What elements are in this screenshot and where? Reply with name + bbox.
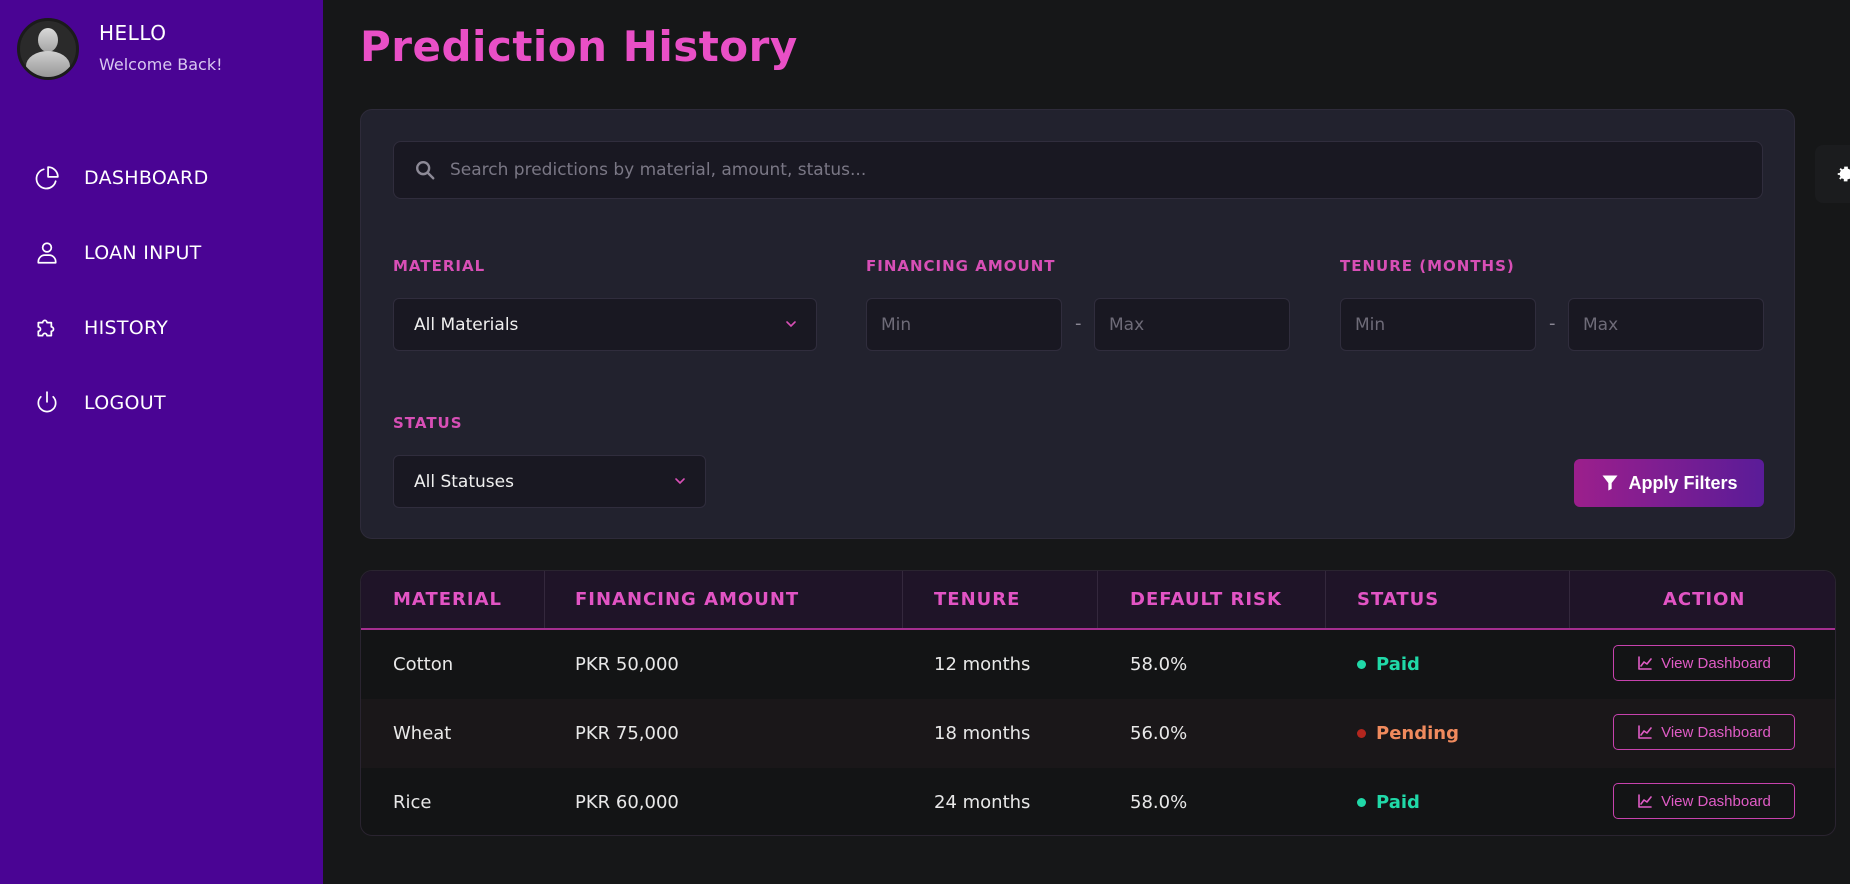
amount-filter-label: FINANCING AMOUNT	[866, 257, 1056, 275]
history-table: MATERIAL FINANCING AMOUNT TENURE DEFAULT…	[360, 570, 1836, 836]
column-header-action: ACTION	[1663, 589, 1746, 610]
user-profile: HELLO Welcome Back!	[17, 18, 223, 80]
status-filter-label: STATUS	[393, 414, 463, 432]
chevron-down-icon	[786, 321, 796, 328]
status-select-value: All Statuses	[414, 471, 514, 492]
status-badge: Paid	[1357, 768, 1420, 835]
search-box[interactable]	[393, 141, 1763, 199]
cell-material: Rice	[393, 792, 432, 813]
status-text: Pending	[1376, 723, 1459, 744]
puzzle-icon	[37, 319, 55, 336]
cell-amount: PKR 75,000	[575, 723, 679, 744]
amount-min-input[interactable]	[867, 299, 1061, 350]
tenure-min-input[interactable]	[1341, 299, 1535, 350]
tenure-max-input[interactable]	[1569, 299, 1763, 350]
filter-panel: MATERIAL All Materials FINANCING AMOUNT …	[360, 109, 1795, 539]
page-title: Prediction History	[360, 22, 798, 71]
search-input[interactable]	[450, 160, 1730, 180]
cell-tenure: 12 months	[934, 654, 1031, 675]
table-row: Rice PKR 60,000 24 months 58.0% Paid Vie…	[361, 768, 1835, 835]
column-header-material: MATERIAL	[393, 589, 502, 610]
tenure-max-field[interactable]	[1568, 298, 1764, 351]
apply-filters-button[interactable]: Apply Filters	[1574, 459, 1764, 507]
status-dot	[1357, 729, 1366, 738]
cell-tenure: 24 months	[934, 792, 1031, 813]
gear-icon	[1837, 166, 1850, 182]
chevron-down-icon	[675, 478, 685, 485]
cell-risk: 58.0%	[1130, 792, 1188, 813]
material-select[interactable]: All Materials	[393, 298, 817, 351]
settings-toggle[interactable]	[1815, 145, 1850, 203]
greeting-text: HELLO	[99, 21, 167, 45]
table-header: MATERIAL FINANCING AMOUNT TENURE DEFAULT…	[361, 571, 1835, 630]
view-dashboard-label: View Dashboard	[1661, 723, 1771, 741]
avatar	[17, 18, 79, 80]
status-dot	[1357, 660, 1366, 669]
status-badge: Paid	[1357, 630, 1420, 699]
sidebar: HELLO Welcome Back! DASHBOARD LOAN INPUT…	[0, 0, 323, 884]
sidebar-item-label: LOAN INPUT	[84, 241, 202, 264]
tenure-filter-label: TENURE (MONTHS)	[1340, 257, 1515, 275]
sidebar-item-label: DASHBOARD	[84, 166, 209, 189]
sidebar-nav: DASHBOARD LOAN INPUT HISTORY LOGOUT	[0, 140, 323, 440]
cell-material: Wheat	[393, 723, 452, 744]
cell-material: Cotton	[393, 654, 454, 675]
amount-min-field[interactable]	[866, 298, 1062, 351]
view-dashboard-button[interactable]: View Dashboard	[1613, 714, 1795, 750]
sidebar-item-history[interactable]: HISTORY	[0, 290, 323, 365]
amount-max-input[interactable]	[1095, 299, 1289, 350]
sidebar-item-dashboard[interactable]: DASHBOARD	[0, 140, 323, 215]
view-dashboard-label: View Dashboard	[1661, 792, 1771, 810]
column-header-amount: FINANCING AMOUNT	[575, 589, 800, 610]
column-header-tenure: TENURE	[934, 589, 1021, 610]
sidebar-item-logout[interactable]: LOGOUT	[0, 365, 323, 440]
line-chart-icon	[1638, 656, 1652, 670]
view-dashboard-button[interactable]: View Dashboard	[1613, 645, 1795, 681]
status-text: Paid	[1376, 792, 1420, 813]
apply-filters-label: Apply Filters	[1628, 472, 1738, 493]
range-separator: -	[1549, 313, 1556, 334]
material-filter-label: MATERIAL	[393, 257, 486, 275]
view-dashboard-button[interactable]: View Dashboard	[1613, 783, 1795, 819]
amount-max-field[interactable]	[1094, 298, 1290, 351]
search-icon	[416, 161, 435, 180]
status-dot	[1357, 798, 1366, 807]
filter-icon	[1602, 475, 1618, 491]
sidebar-item-label: LOGOUT	[84, 391, 166, 414]
range-separator: -	[1075, 313, 1082, 334]
status-text: Paid	[1376, 654, 1420, 675]
status-select[interactable]: All Statuses	[393, 455, 706, 508]
sidebar-item-loan-input[interactable]: LOAN INPUT	[0, 215, 323, 290]
column-header-risk: DEFAULT RISK	[1130, 589, 1282, 610]
cell-risk: 58.0%	[1130, 654, 1188, 675]
power-icon	[37, 390, 57, 412]
cell-risk: 56.0%	[1130, 723, 1188, 744]
cell-amount: PKR 50,000	[575, 654, 679, 675]
table-row: Wheat PKR 75,000 18 months 56.0% Pending…	[361, 699, 1835, 768]
view-dashboard-label: View Dashboard	[1661, 654, 1771, 672]
line-chart-icon	[1638, 794, 1652, 808]
material-select-value: All Materials	[414, 314, 519, 335]
table-row: Cotton PKR 50,000 12 months 58.0% Paid V…	[361, 630, 1835, 699]
sidebar-item-label: HISTORY	[84, 316, 169, 339]
welcome-text: Welcome Back!	[99, 55, 223, 74]
cell-tenure: 18 months	[934, 723, 1031, 744]
tenure-min-field[interactable]	[1340, 298, 1536, 351]
cell-amount: PKR 60,000	[575, 792, 679, 813]
user-icon	[37, 241, 57, 264]
status-badge: Pending	[1357, 699, 1459, 768]
column-header-status: STATUS	[1357, 589, 1440, 610]
line-chart-icon	[1638, 725, 1652, 739]
pie-chart-icon	[35, 165, 59, 189]
